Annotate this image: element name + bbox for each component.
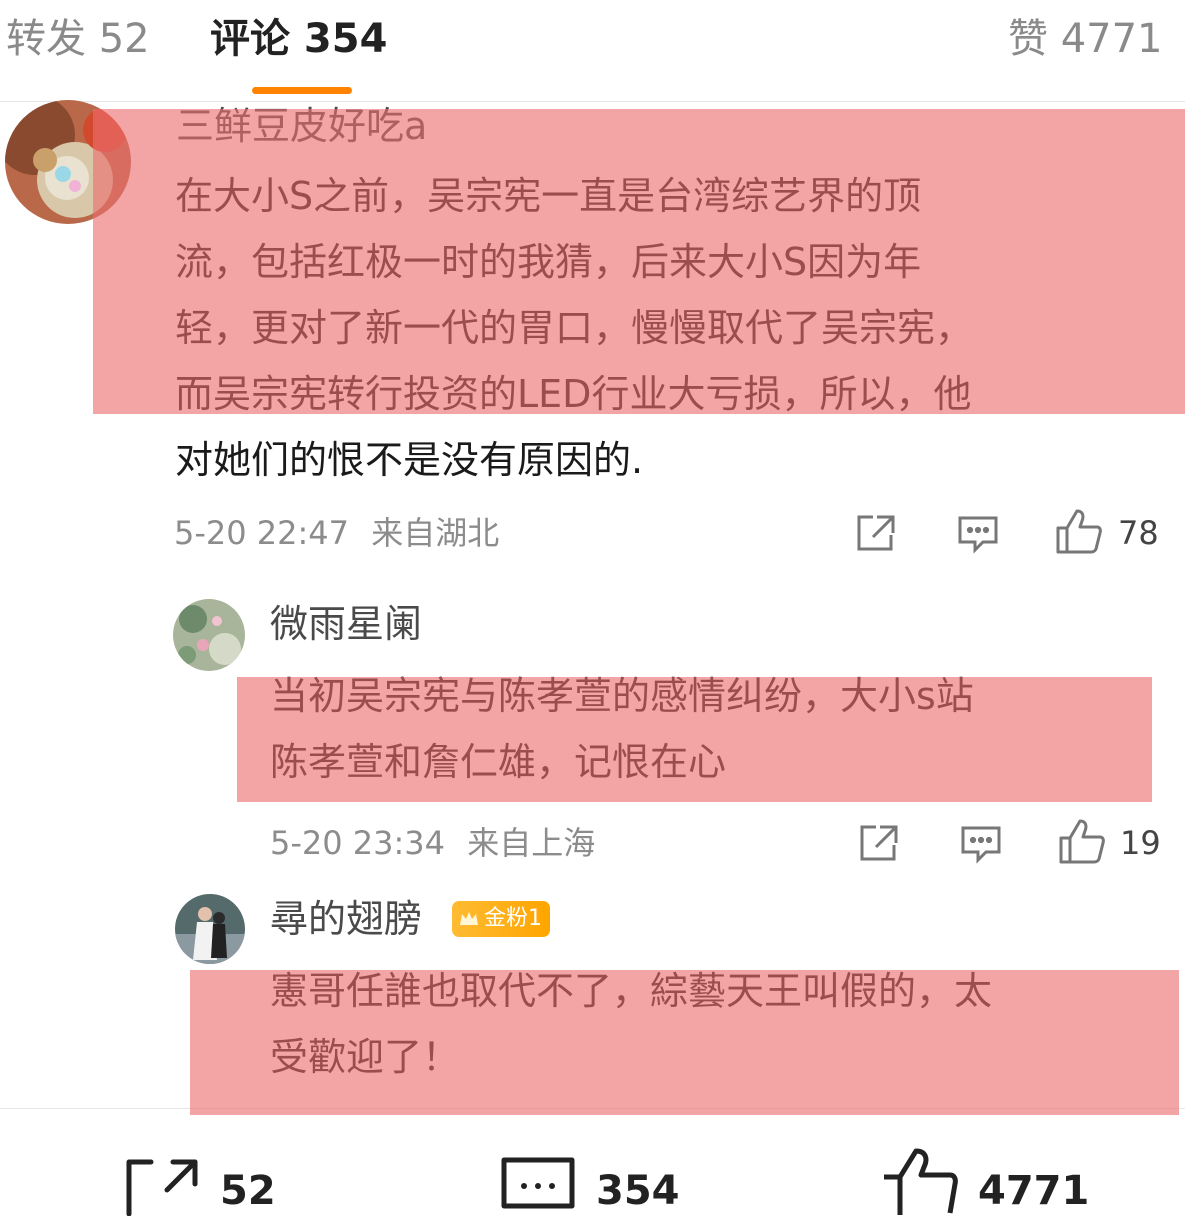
comment-username[interactable]: 尋的翅膀: [270, 896, 422, 942]
comment-line: 当初吴宗宪与陈孝萱的感情纠纷，大小s站: [270, 674, 974, 718]
tab-bar: 转发 52 评论 354 赞 4771: [0, 0, 1185, 102]
comment-meta: 5-20 23:34 来自上海: [270, 823, 595, 863]
thumbs-up-icon[interactable]: [1055, 508, 1103, 554]
thumbs-up-icon[interactable]: [880, 1147, 958, 1215]
like-count: 4771: [978, 1168, 1090, 1214]
avatar[interactable]: [175, 894, 245, 964]
comment-line: 憲哥任誰也取代不了，綜藝天王叫假的，太: [270, 969, 993, 1013]
thumbs-up-icon[interactable]: [1058, 818, 1106, 864]
share-icon[interactable]: [855, 513, 897, 553]
comment-icon[interactable]: [957, 514, 999, 554]
avatar[interactable]: [5, 100, 131, 224]
divider: [0, 101, 1185, 102]
comment-line: 而吴宗宪转行投资的LED行业大亏损，所以，他: [175, 372, 972, 416]
comment-line: 对她们的恨不是没有原因的.: [175, 438, 644, 482]
comment-line: 流，包括红极一时的我猜，后来大小S因为年: [175, 240, 922, 284]
tab-comments[interactable]: 评论 354: [210, 14, 387, 64]
comment-icon[interactable]: [500, 1156, 576, 1216]
comment-count: 354: [596, 1168, 680, 1214]
fan-badge: 金粉1: [452, 901, 550, 937]
comment-text: 当初吴宗宪与陈孝萱的感情纠纷，大小s站 陈孝萱和詹仁雄，记恨在心: [270, 663, 974, 795]
comment-username[interactable]: 三鲜豆皮好吃a: [176, 103, 427, 149]
comment-icon[interactable]: [960, 824, 1002, 864]
repost-icon[interactable]: [123, 1156, 199, 1217]
like-count: 19: [1120, 824, 1161, 862]
comment-line: 陈孝萱和詹仁雄，记恨在心: [270, 740, 727, 784]
comment-text: 在大小S之前，吴宗宪一直是台湾综艺界的顶 流，包括红极一时的我猜，后来大小S因为…: [175, 163, 973, 493]
like-count: 78: [1118, 514, 1159, 552]
comment-username[interactable]: 微雨星阑: [270, 601, 422, 647]
comment-text: 憲哥任誰也取代不了，綜藝天王叫假的，太 受歡迎了！: [270, 958, 992, 1090]
tab-reposts[interactable]: 转发 52: [6, 14, 150, 64]
tab-likes[interactable]: 赞 4771: [1008, 14, 1163, 64]
comment-line: 在大小S之前，吴宗宪一直是台湾综艺界的顶: [175, 174, 922, 218]
share-icon[interactable]: [858, 823, 900, 863]
avatar[interactable]: [173, 599, 245, 671]
tab-active-indicator: [252, 87, 352, 94]
divider: [0, 1108, 1185, 1109]
comment-location: 来自上海: [467, 824, 596, 862]
comment-line: 轻，更对了新一代的胃口，慢慢取代了吴宗宪，: [175, 306, 974, 350]
fan-badge-label: 金粉1: [484, 906, 542, 931]
repost-count: 52: [220, 1168, 276, 1214]
comment-time: 5-20 22:47: [174, 514, 350, 552]
crown-icon: [460, 912, 478, 925]
comment-time: 5-20 23:34: [270, 824, 446, 862]
comment-line: 受歡迎了！: [270, 1035, 461, 1079]
comment-location: 来自湖北: [371, 514, 500, 552]
comment-meta: 5-20 22:47 来自湖北: [174, 513, 499, 553]
